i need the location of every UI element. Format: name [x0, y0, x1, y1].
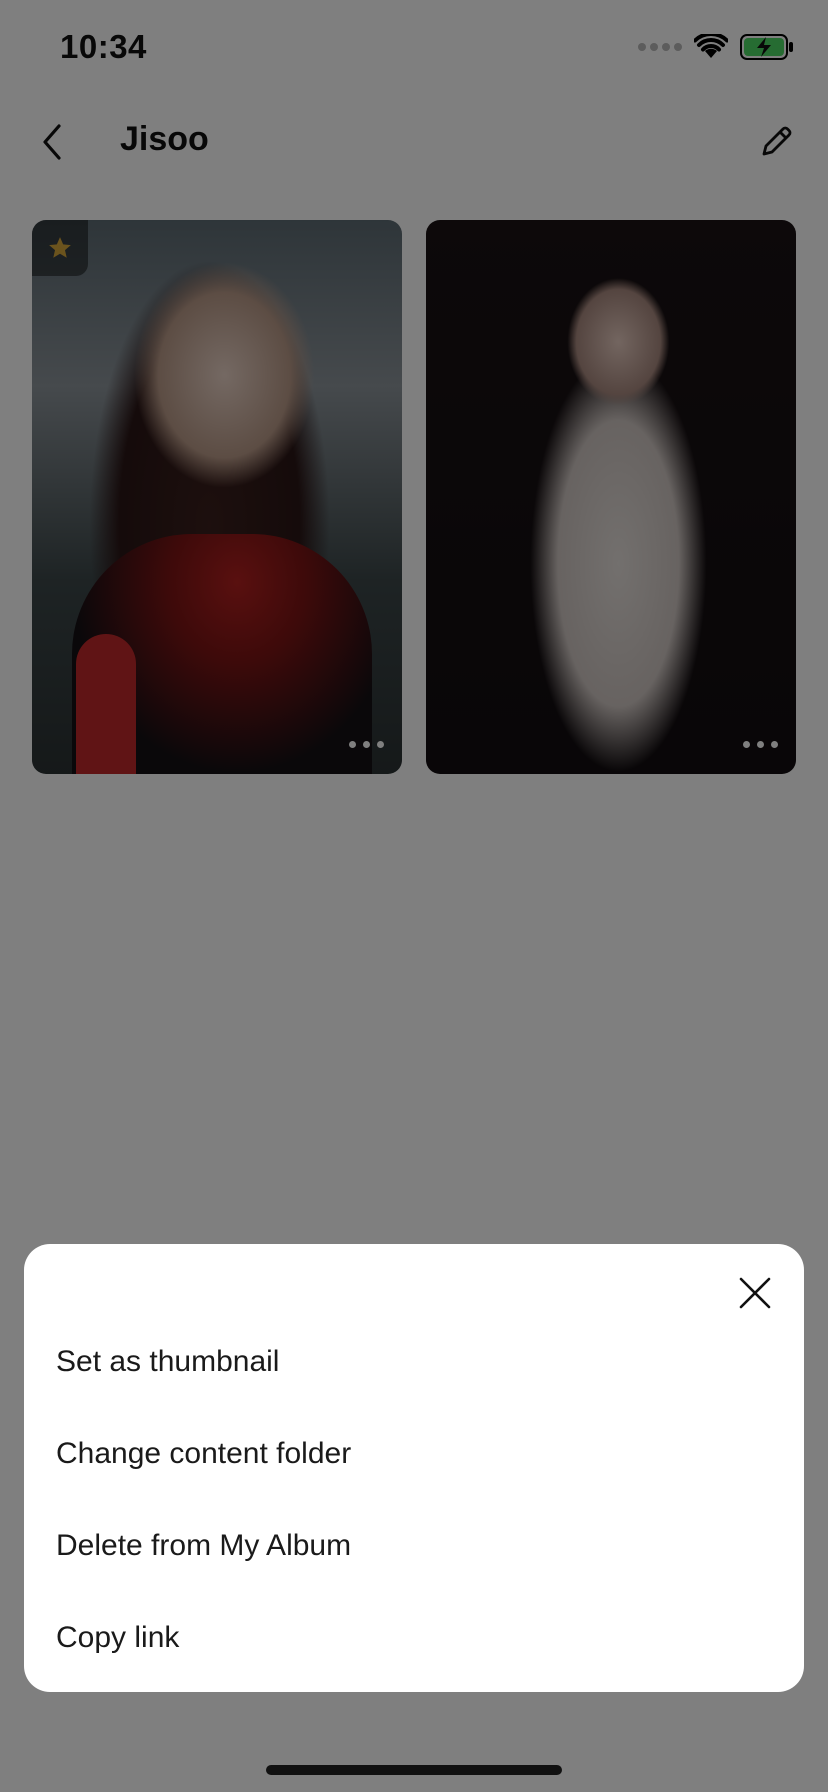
home-indicator[interactable] [266, 1765, 562, 1775]
menu-item-copy-link[interactable]: Copy link [24, 1592, 804, 1684]
close-button[interactable] [732, 1270, 778, 1316]
action-sheet: Set as thumbnail Change content folder D… [24, 1244, 804, 1692]
menu-item-set-as-thumbnail[interactable]: Set as thumbnail [24, 1316, 804, 1408]
menu-item-delete-from-album[interactable]: Delete from My Album [24, 1500, 804, 1592]
menu-item-change-content-folder[interactable]: Change content folder [24, 1408, 804, 1500]
action-sheet-menu: Set as thumbnail Change content folder D… [24, 1316, 804, 1684]
close-icon [739, 1277, 771, 1309]
